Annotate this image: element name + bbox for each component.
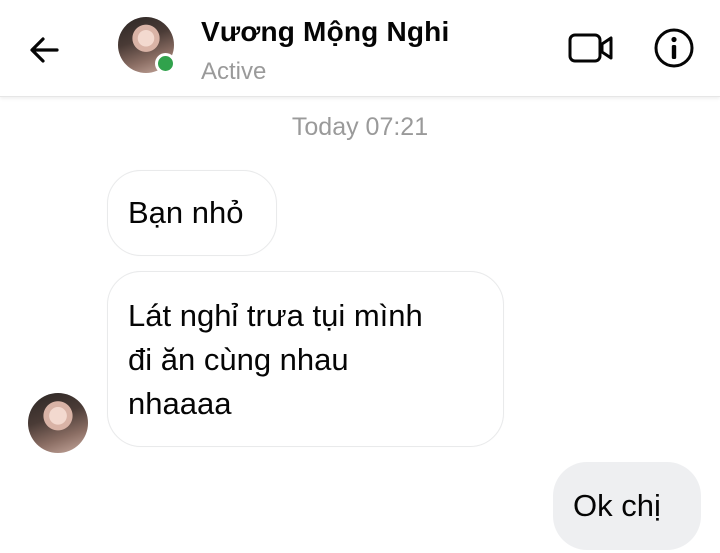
message-text: Bạn nhỏ [128, 195, 244, 230]
message-text: Ok chị [573, 488, 661, 523]
message-text-line: nhaaaa [128, 386, 232, 421]
info-button[interactable] [650, 24, 698, 72]
chat-header: Vương Mộng Nghi Active [0, 0, 720, 97]
contact-name[interactable]: Vương Mộng Nghi [201, 16, 449, 48]
message-text-line: Lát nghỉ trưa tụi mình [128, 298, 423, 333]
contact-status: Active [201, 58, 267, 85]
message-text-line: đi ăn cùng nhau [128, 342, 349, 377]
back-button[interactable] [22, 28, 66, 72]
back-arrow-icon [30, 37, 59, 63]
video-call-icon [568, 33, 613, 63]
sender-avatar[interactable] [28, 393, 88, 453]
video-call-button[interactable] [564, 26, 618, 70]
outgoing-message[interactable]: Ok chị [553, 462, 701, 550]
contact-avatar[interactable] [118, 17, 176, 74]
online-indicator [155, 53, 176, 74]
incoming-message[interactable]: Lát nghỉ trưa tụi mình đi ăn cùng nhau n… [107, 271, 504, 447]
incoming-message[interactable]: Bạn nhỏ [107, 170, 277, 256]
message-timestamp: Today 07:21 [291, 113, 429, 141]
info-icon [654, 28, 694, 68]
